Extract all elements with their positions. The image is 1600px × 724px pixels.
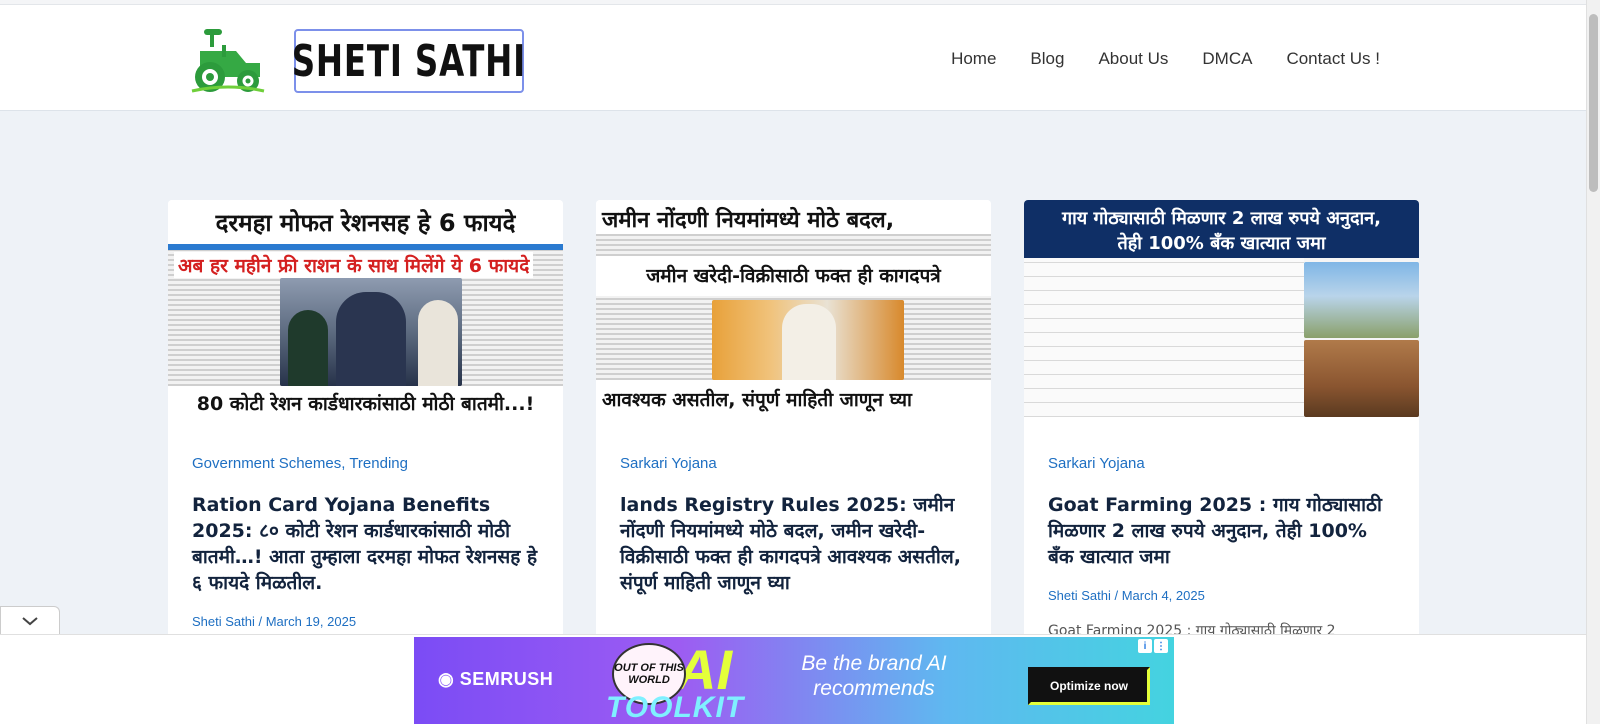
thumb-top-text-2: तेही 100% बँक खात्यात जमा <box>1117 233 1326 254</box>
ad-headline-toolkit: TOOLKIT <box>606 691 745 724</box>
photo-figure <box>418 300 458 386</box>
ad-info-icon[interactable]: i <box>1138 639 1152 653</box>
post-card[interactable]: जमीन नोंदणी नियमांमध्ये मोठे बदल, जमीन ख… <box>596 200 991 640</box>
logo-text-box: SHETI SATHI <box>291 29 527 93</box>
ad-slogan: Be the brand AI recommends <box>801 652 947 700</box>
post-card[interactable]: दरमहा मोफत रेशनसह हे 6 फायदे अब हर महीने… <box>168 200 563 640</box>
thumb-mid-text: जमीन खरेदी-विक्रीसाठी फक्त ही कागदपत्रे <box>646 265 941 287</box>
category-link[interactable]: Government Schemes <box>192 455 341 472</box>
newsprint-bg <box>596 234 991 256</box>
advertisement-banner[interactable]: ◉ SEMRUSH AI OUT OF THIS WORLD TOOLKIT B… <box>414 637 1174 724</box>
photo-figure <box>336 292 406 386</box>
thumb-bottom-text: 80 कोटी रेशन कार्डधारकांसाठी मोठी बातमी.… <box>196 393 535 415</box>
chevron-down-icon <box>22 616 38 625</box>
form-document <box>1024 258 1304 417</box>
nav-home[interactable]: Home <box>951 49 996 69</box>
photo-figure <box>288 310 328 386</box>
category-link[interactable]: Trending <box>349 455 408 472</box>
thumb-red-text: अब हर महीने फ्री राशन के साथ मिलेंगे ये … <box>174 252 534 278</box>
post-title[interactable]: Goat Farming 2025 : गाय गोठ्यासाठी मिळणा… <box>1048 492 1395 570</box>
category-link[interactable]: Sarkari Yojana <box>1048 455 1145 472</box>
thumb-top-text: दरमहा मोफत रेशनसह हे 6 फायदे <box>215 209 516 237</box>
page-scrollbar[interactable] <box>1586 0 1600 724</box>
ad-controls: i ⋮ <box>1138 639 1168 653</box>
post-categories: Sarkari Yojana <box>620 455 967 472</box>
thumb-top-text: गाय गोठ्यासाठी मिळणार 2 लाख रुपये अनुदान… <box>1061 208 1382 229</box>
post-meta[interactable]: Sheti Sathi / March 19, 2025 <box>192 614 539 629</box>
post-meta[interactable]: Sheti Sathi / March 4, 2025 <box>1048 588 1395 603</box>
semrush-logo-icon: ◉ <box>438 669 460 689</box>
ad-menu-icon[interactable]: ⋮ <box>1154 639 1168 653</box>
news-banner-strip <box>168 244 563 250</box>
post-categories: Sarkari Yojana <box>1048 455 1395 472</box>
logo-text: SHETI SATHI <box>291 35 527 87</box>
tractor-icon <box>191 29 265 93</box>
cattle-photo <box>1304 340 1419 417</box>
scrollbar-thumb[interactable] <box>1589 14 1598 192</box>
ad-brand: ◉ SEMRUSH <box>438 669 553 690</box>
post-body: Sarkari Yojana Goat Farming 2025 : गाय ग… <box>1024 455 1419 640</box>
ad-collapse-button[interactable] <box>0 606 60 634</box>
post-thumbnail[interactable]: गाय गोठ्यासाठी मिळणार 2 लाख रुपये अनुदान… <box>1024 200 1419 417</box>
ad-cta-button[interactable]: Optimize now <box>1028 667 1150 705</box>
post-body: Sarkari Yojana lands Registry Rules 2025… <box>596 455 991 596</box>
nav-contact-us[interactable]: Contact Us ! <box>1286 49 1380 69</box>
shed-photo <box>1304 262 1419 338</box>
post-thumbnail[interactable]: जमीन नोंदणी नियमांमध्ये मोठे बदल, जमीन ख… <box>596 200 991 417</box>
post-title[interactable]: lands Registry Rules 2025: जमीन नोंदणी न… <box>620 492 967 596</box>
ad-brand-text: SEMRUSH <box>459 669 554 689</box>
post-body: Government Schemes, Trending Ration Card… <box>168 455 563 629</box>
post-title[interactable]: Ration Card Yojana Benefits 2025: ८० कोट… <box>192 492 539 596</box>
nav-dmca[interactable]: DMCA <box>1202 49 1252 69</box>
main-nav: Home Blog About Us DMCA Contact Us ! <box>951 49 1380 69</box>
category-link[interactable]: Sarkari Yojana <box>620 455 717 472</box>
post-categories: Government Schemes, Trending <box>192 455 539 472</box>
photo-figure <box>782 304 836 380</box>
thumb-top-text: जमीन नोंदणी नियमांमध्ये मोठे बदल, <box>602 208 895 233</box>
site-header: SHETI SATHI Home Blog About Us DMCA Cont… <box>0 5 1586 111</box>
nav-blog[interactable]: Blog <box>1030 49 1064 69</box>
thumb-bottom-text: आवश्यक असतील, संपूर्ण माहिती जाणून घ्या <box>602 389 912 411</box>
site-logo[interactable]: SHETI SATHI <box>188 27 527 95</box>
nav-about-us[interactable]: About Us <box>1098 49 1168 69</box>
post-thumbnail[interactable]: दरमहा मोफत रेशनसह हे 6 फायदे अब हर महीने… <box>168 200 563 417</box>
post-card[interactable]: गाय गोठ्यासाठी मिळणार 2 लाख रुपये अनुदान… <box>1024 200 1419 640</box>
